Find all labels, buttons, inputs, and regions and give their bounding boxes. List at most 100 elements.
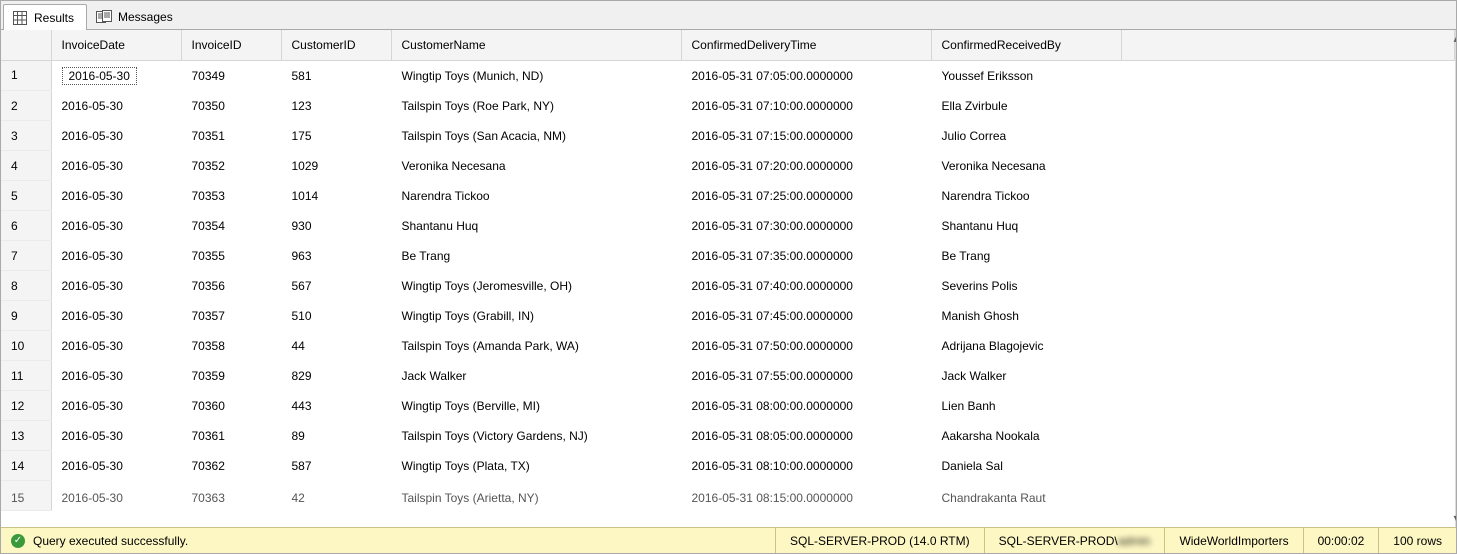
rownum[interactable]: 3	[1, 121, 51, 151]
cell-confirmed-delivery-time[interactable]: 2016-05-31 07:25:00.0000000	[681, 181, 931, 211]
cell-customer-name[interactable]: Wingtip Toys (Grabill, IN)	[391, 301, 681, 331]
cell-customer-id[interactable]: 44	[281, 331, 391, 361]
tab-messages[interactable]: Messages	[87, 4, 186, 29]
cell-customer-id[interactable]: 175	[281, 121, 391, 151]
cell-invoice-id[interactable]: 70356	[181, 271, 281, 301]
cell-invoice-id[interactable]: 70362	[181, 451, 281, 481]
cell-confirmed-delivery-time[interactable]: 2016-05-31 08:00:00.0000000	[681, 391, 931, 421]
cell-confirmed-received-by[interactable]: Aakarsha Nookala	[931, 421, 1121, 451]
cell-confirmed-delivery-time[interactable]: 2016-05-31 07:50:00.0000000	[681, 331, 931, 361]
table-row[interactable]: 122016-05-3070360443Wingtip Toys (Bervil…	[1, 391, 1455, 421]
table-row[interactable]: 42016-05-30703521029Veronika Necesana201…	[1, 151, 1455, 181]
cell-confirmed-delivery-time[interactable]: 2016-05-31 07:45:00.0000000	[681, 301, 931, 331]
cell-invoice-date[interactable]: 2016-05-30	[51, 241, 181, 271]
table-row[interactable]: 152016-05-307036342Tailspin Toys (Ariett…	[1, 481, 1455, 511]
rownum[interactable]: 5	[1, 181, 51, 211]
cell-confirmed-received-by[interactable]: Shantanu Huq	[931, 211, 1121, 241]
cell-invoice-date[interactable]: 2016-05-30	[51, 391, 181, 421]
cell-invoice-id[interactable]: 70363	[181, 481, 281, 511]
cell-invoice-id[interactable]: 70358	[181, 331, 281, 361]
cell-invoice-date[interactable]: 2016-05-30	[51, 151, 181, 181]
cell-invoice-date[interactable]: 2016-05-30	[51, 211, 181, 241]
cell-customer-id[interactable]: 581	[281, 60, 391, 91]
cell-customer-name[interactable]: Tailspin Toys (Roe Park, NY)	[391, 91, 681, 121]
cell-customer-id[interactable]: 1014	[281, 181, 391, 211]
rownum[interactable]: 8	[1, 271, 51, 301]
rownum[interactable]: 7	[1, 241, 51, 271]
cell-invoice-id[interactable]: 70351	[181, 121, 281, 151]
cell-customer-name[interactable]: Wingtip Toys (Plata, TX)	[391, 451, 681, 481]
cell-confirmed-received-by[interactable]: Julio Correa	[931, 121, 1121, 151]
col-header-confirmed-delivery-time[interactable]: ConfirmedDeliveryTime	[681, 30, 931, 60]
cell-confirmed-delivery-time[interactable]: 2016-05-31 07:30:00.0000000	[681, 211, 931, 241]
cell-confirmed-received-by[interactable]: Be Trang	[931, 241, 1121, 271]
cell-invoice-id[interactable]: 70350	[181, 91, 281, 121]
rownum[interactable]: 11	[1, 361, 51, 391]
table-row[interactable]: 62016-05-3070354930Shantanu Huq2016-05-3…	[1, 211, 1455, 241]
rownum[interactable]: 14	[1, 451, 51, 481]
cell-invoice-date[interactable]: 2016-05-30	[51, 481, 181, 511]
rownum[interactable]: 2	[1, 91, 51, 121]
cell-confirmed-received-by[interactable]: Ella Zvirbule	[931, 91, 1121, 121]
cell-confirmed-delivery-time[interactable]: 2016-05-31 07:20:00.0000000	[681, 151, 931, 181]
rownum[interactable]: 6	[1, 211, 51, 241]
cell-customer-name[interactable]: Be Trang	[391, 241, 681, 271]
cell-customer-name[interactable]: Tailspin Toys (Arietta, NY)	[391, 481, 681, 511]
cell-confirmed-received-by[interactable]: Narendra Tickoo	[931, 181, 1121, 211]
cell-invoice-id[interactable]: 70361	[181, 421, 281, 451]
cell-customer-name[interactable]: Tailspin Toys (Amanda Park, WA)	[391, 331, 681, 361]
cell-invoice-id[interactable]: 70354	[181, 211, 281, 241]
rownum[interactable]: 10	[1, 331, 51, 361]
cell-invoice-id[interactable]: 70355	[181, 241, 281, 271]
cell-invoice-id[interactable]: 70352	[181, 151, 281, 181]
cell-customer-id[interactable]: 123	[281, 91, 391, 121]
table-row[interactable]: 132016-05-307036189Tailspin Toys (Victor…	[1, 421, 1455, 451]
table-row[interactable]: 72016-05-3070355963Be Trang2016-05-31 07…	[1, 241, 1455, 271]
cell-confirmed-delivery-time[interactable]: 2016-05-31 07:55:00.0000000	[681, 361, 931, 391]
cell-customer-id[interactable]: 1029	[281, 151, 391, 181]
cell-customer-name[interactable]: Wingtip Toys (Jeromesville, OH)	[391, 271, 681, 301]
table-row[interactable]: 12016-05-3070349581Wingtip Toys (Munich,…	[1, 60, 1455, 91]
cell-customer-name[interactable]: Tailspin Toys (Victory Gardens, NJ)	[391, 421, 681, 451]
table-row[interactable]: 32016-05-3070351175Tailspin Toys (San Ac…	[1, 121, 1455, 151]
cell-customer-id[interactable]: 89	[281, 421, 391, 451]
cell-invoice-id[interactable]: 70353	[181, 181, 281, 211]
vertical-scrollbar[interactable]: ▴ ▾	[1455, 30, 1456, 527]
cell-invoice-id[interactable]: 70359	[181, 361, 281, 391]
cell-customer-id[interactable]: 567	[281, 271, 391, 301]
cell-customer-id[interactable]: 510	[281, 301, 391, 331]
table-row[interactable]: 82016-05-3070356567Wingtip Toys (Jeromes…	[1, 271, 1455, 301]
cell-invoice-date[interactable]: 2016-05-30	[51, 331, 181, 361]
cell-confirmed-received-by[interactable]: Chandrakanta Raut	[931, 481, 1121, 511]
cell-confirmed-received-by[interactable]: Manish Ghosh	[931, 301, 1121, 331]
table-row[interactable]: 22016-05-3070350123Tailspin Toys (Roe Pa…	[1, 91, 1455, 121]
rownum[interactable]: 15	[1, 481, 51, 511]
cell-confirmed-delivery-time[interactable]: 2016-05-31 08:15:00.0000000	[681, 481, 931, 511]
cell-invoice-date[interactable]: 2016-05-30	[51, 181, 181, 211]
cell-confirmed-received-by[interactable]: Lien Banh	[931, 391, 1121, 421]
cell-invoice-date[interactable]: 2016-05-30	[51, 451, 181, 481]
cell-invoice-date[interactable]: 2016-05-30	[51, 91, 181, 121]
cell-customer-name[interactable]: Veronika Necesana	[391, 151, 681, 181]
rownum[interactable]: 4	[1, 151, 51, 181]
cell-confirmed-received-by[interactable]: Adrijana Blagojevic	[931, 331, 1121, 361]
cell-confirmed-delivery-time[interactable]: 2016-05-31 07:15:00.0000000	[681, 121, 931, 151]
rownum[interactable]: 12	[1, 391, 51, 421]
cell-customer-id[interactable]: 963	[281, 241, 391, 271]
rownum-header[interactable]	[1, 30, 51, 60]
col-header-invoice-id[interactable]: InvoiceID	[181, 30, 281, 60]
table-row[interactable]: 112016-05-3070359829Jack Walker2016-05-3…	[1, 361, 1455, 391]
table-row[interactable]: 92016-05-3070357510Wingtip Toys (Grabill…	[1, 301, 1455, 331]
cell-invoice-id[interactable]: 70357	[181, 301, 281, 331]
cell-invoice-date[interactable]: 2016-05-30	[51, 301, 181, 331]
cell-customer-id[interactable]: 829	[281, 361, 391, 391]
cell-confirmed-delivery-time[interactable]: 2016-05-31 07:05:00.0000000	[681, 60, 931, 91]
cell-customer-id[interactable]: 930	[281, 211, 391, 241]
cell-customer-name[interactable]: Jack Walker	[391, 361, 681, 391]
results-grid[interactable]: InvoiceDate InvoiceID CustomerID Custome…	[1, 30, 1455, 527]
cell-customer-id[interactable]: 443	[281, 391, 391, 421]
cell-invoice-id[interactable]: 70360	[181, 391, 281, 421]
col-header-customer-id[interactable]: CustomerID	[281, 30, 391, 60]
tab-results[interactable]: Results	[3, 4, 87, 30]
cell-customer-name[interactable]: Shantanu Huq	[391, 211, 681, 241]
